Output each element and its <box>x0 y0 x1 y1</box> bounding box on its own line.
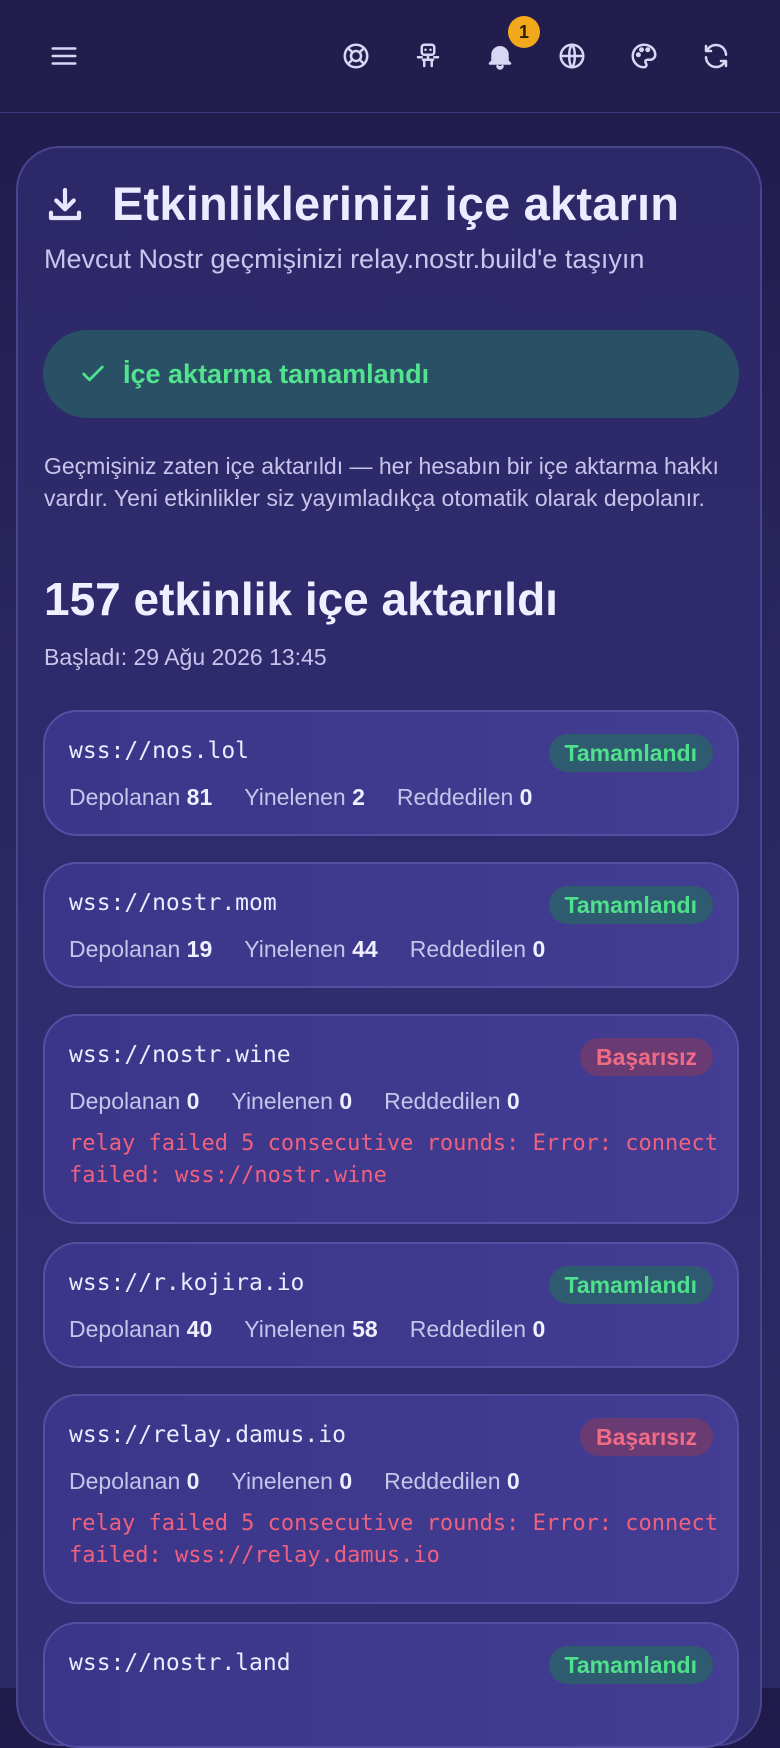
relay-stats: Depolanan 81 Yinelenen 2 Reddedilen 0 <box>69 784 564 811</box>
rejected-stat: Reddedilen 0 <box>396 784 533 810</box>
stored-stat: Depolanan 40 <box>69 1316 213 1342</box>
rejected-stat: Reddedilen 0 <box>384 1468 520 1494</box>
robot-icon[interactable] <box>402 30 454 82</box>
relay-url: wss://relay.damus.io <box>69 1422 346 1448</box>
duplicate-stat: Yinelenen 44 <box>244 936 378 962</box>
globe-icon[interactable] <box>546 30 598 82</box>
relay-error: relay failed 5 consecutive rounds: Error… <box>69 1511 719 1568</box>
palette-icon[interactable] <box>618 30 670 82</box>
relay-card: wss://relay.damus.io Başarısız Depolanan… <box>43 1394 739 1604</box>
relay-card: wss://r.kojira.io Tamamlandı Depolanan 4… <box>43 1242 739 1368</box>
rejected-stat: Reddedilen 0 <box>384 1088 520 1114</box>
status-badge: Tamamlandı <box>548 886 713 924</box>
page-title: Etkinliklerinizi içe aktarın <box>112 177 680 230</box>
relay-stats: Depolanan 40 Yinelenen 58 Reddedilen 0 <box>69 1316 577 1343</box>
status-badge: Tamamlandı <box>548 734 713 772</box>
relay-card: wss://nostr.mom Tamamlandı Depolanan 19 … <box>43 862 739 988</box>
menu-icon[interactable] <box>38 30 90 82</box>
relay-url: wss://r.kojira.io <box>69 1270 305 1296</box>
relay-url: wss://nostr.wine <box>69 1042 291 1068</box>
top-bar: 1 <box>0 0 780 113</box>
download-icon <box>48 187 82 220</box>
import-card: Etkinliklerinizi içe aktarın Mevcut Nost… <box>16 146 762 1748</box>
stored-stat: Depolanan 0 <box>69 1468 200 1494</box>
stored-stat: Depolanan 19 <box>69 936 213 962</box>
rejected-stat: Reddedilen 0 <box>409 1316 546 1342</box>
stored-stat: Depolanan 0 <box>69 1088 200 1114</box>
import-started: Başladı: 29 Ağu 2026 13:45 <box>44 644 327 670</box>
relay-card: wss://nos.lol Tamamlandı Depolanan 81 Yi… <box>43 710 739 836</box>
success-banner: İçe aktarma tamamlandı <box>43 330 739 418</box>
status-badge: Tamamlandı <box>548 1646 713 1684</box>
notification-badge: 1 <box>508 16 540 48</box>
lifebuoy-icon[interactable] <box>330 30 382 82</box>
status-badge: Tamamlandı <box>548 1266 713 1304</box>
relay-card: wss://nostr.wine Başarısız Depolanan 0 Y… <box>43 1014 739 1224</box>
duplicate-stat: Yinelenen 0 <box>231 1468 353 1494</box>
status-badge: Başarısız <box>579 1038 713 1076</box>
relay-card: wss://nostr.land Tamamlandı <box>43 1622 739 1748</box>
import-note: Geçmişiniz zaten içe aktarıldı — her hes… <box>44 453 719 511</box>
check-icon <box>82 365 104 382</box>
relay-stats: Depolanan 0 Yinelenen 0 Reddedilen 0 <box>69 1468 552 1495</box>
relay-stats: Depolanan 19 Yinelenen 44 Reddedilen 0 <box>69 936 577 963</box>
relay-url: wss://nostr.land <box>69 1650 291 1676</box>
duplicate-stat: Yinelenen 58 <box>244 1316 378 1342</box>
status-badge: Başarısız <box>579 1418 713 1456</box>
title-row: Etkinliklerinizi içe aktarın <box>44 176 679 231</box>
rejected-stat: Reddedilen 0 <box>409 936 546 962</box>
import-count: 157 etkinlik içe aktarıldı <box>44 573 558 625</box>
relay-url: wss://nos.lol <box>69 738 250 764</box>
success-label: İçe aktarma tamamlandı <box>123 358 430 389</box>
duplicate-stat: Yinelenen 0 <box>231 1088 353 1114</box>
relay-error: relay failed 5 consecutive rounds: Error… <box>69 1131 719 1188</box>
refresh-icon[interactable] <box>690 30 742 82</box>
duplicate-stat: Yinelenen 2 <box>244 784 365 810</box>
page-subtitle: Mevcut Nostr geçmişinizi relay.nostr.bui… <box>44 244 645 274</box>
relay-stats: Depolanan 0 Yinelenen 0 Reddedilen 0 <box>69 1088 552 1115</box>
relay-url: wss://nostr.mom <box>69 890 277 916</box>
stored-stat: Depolanan 81 <box>69 784 213 810</box>
